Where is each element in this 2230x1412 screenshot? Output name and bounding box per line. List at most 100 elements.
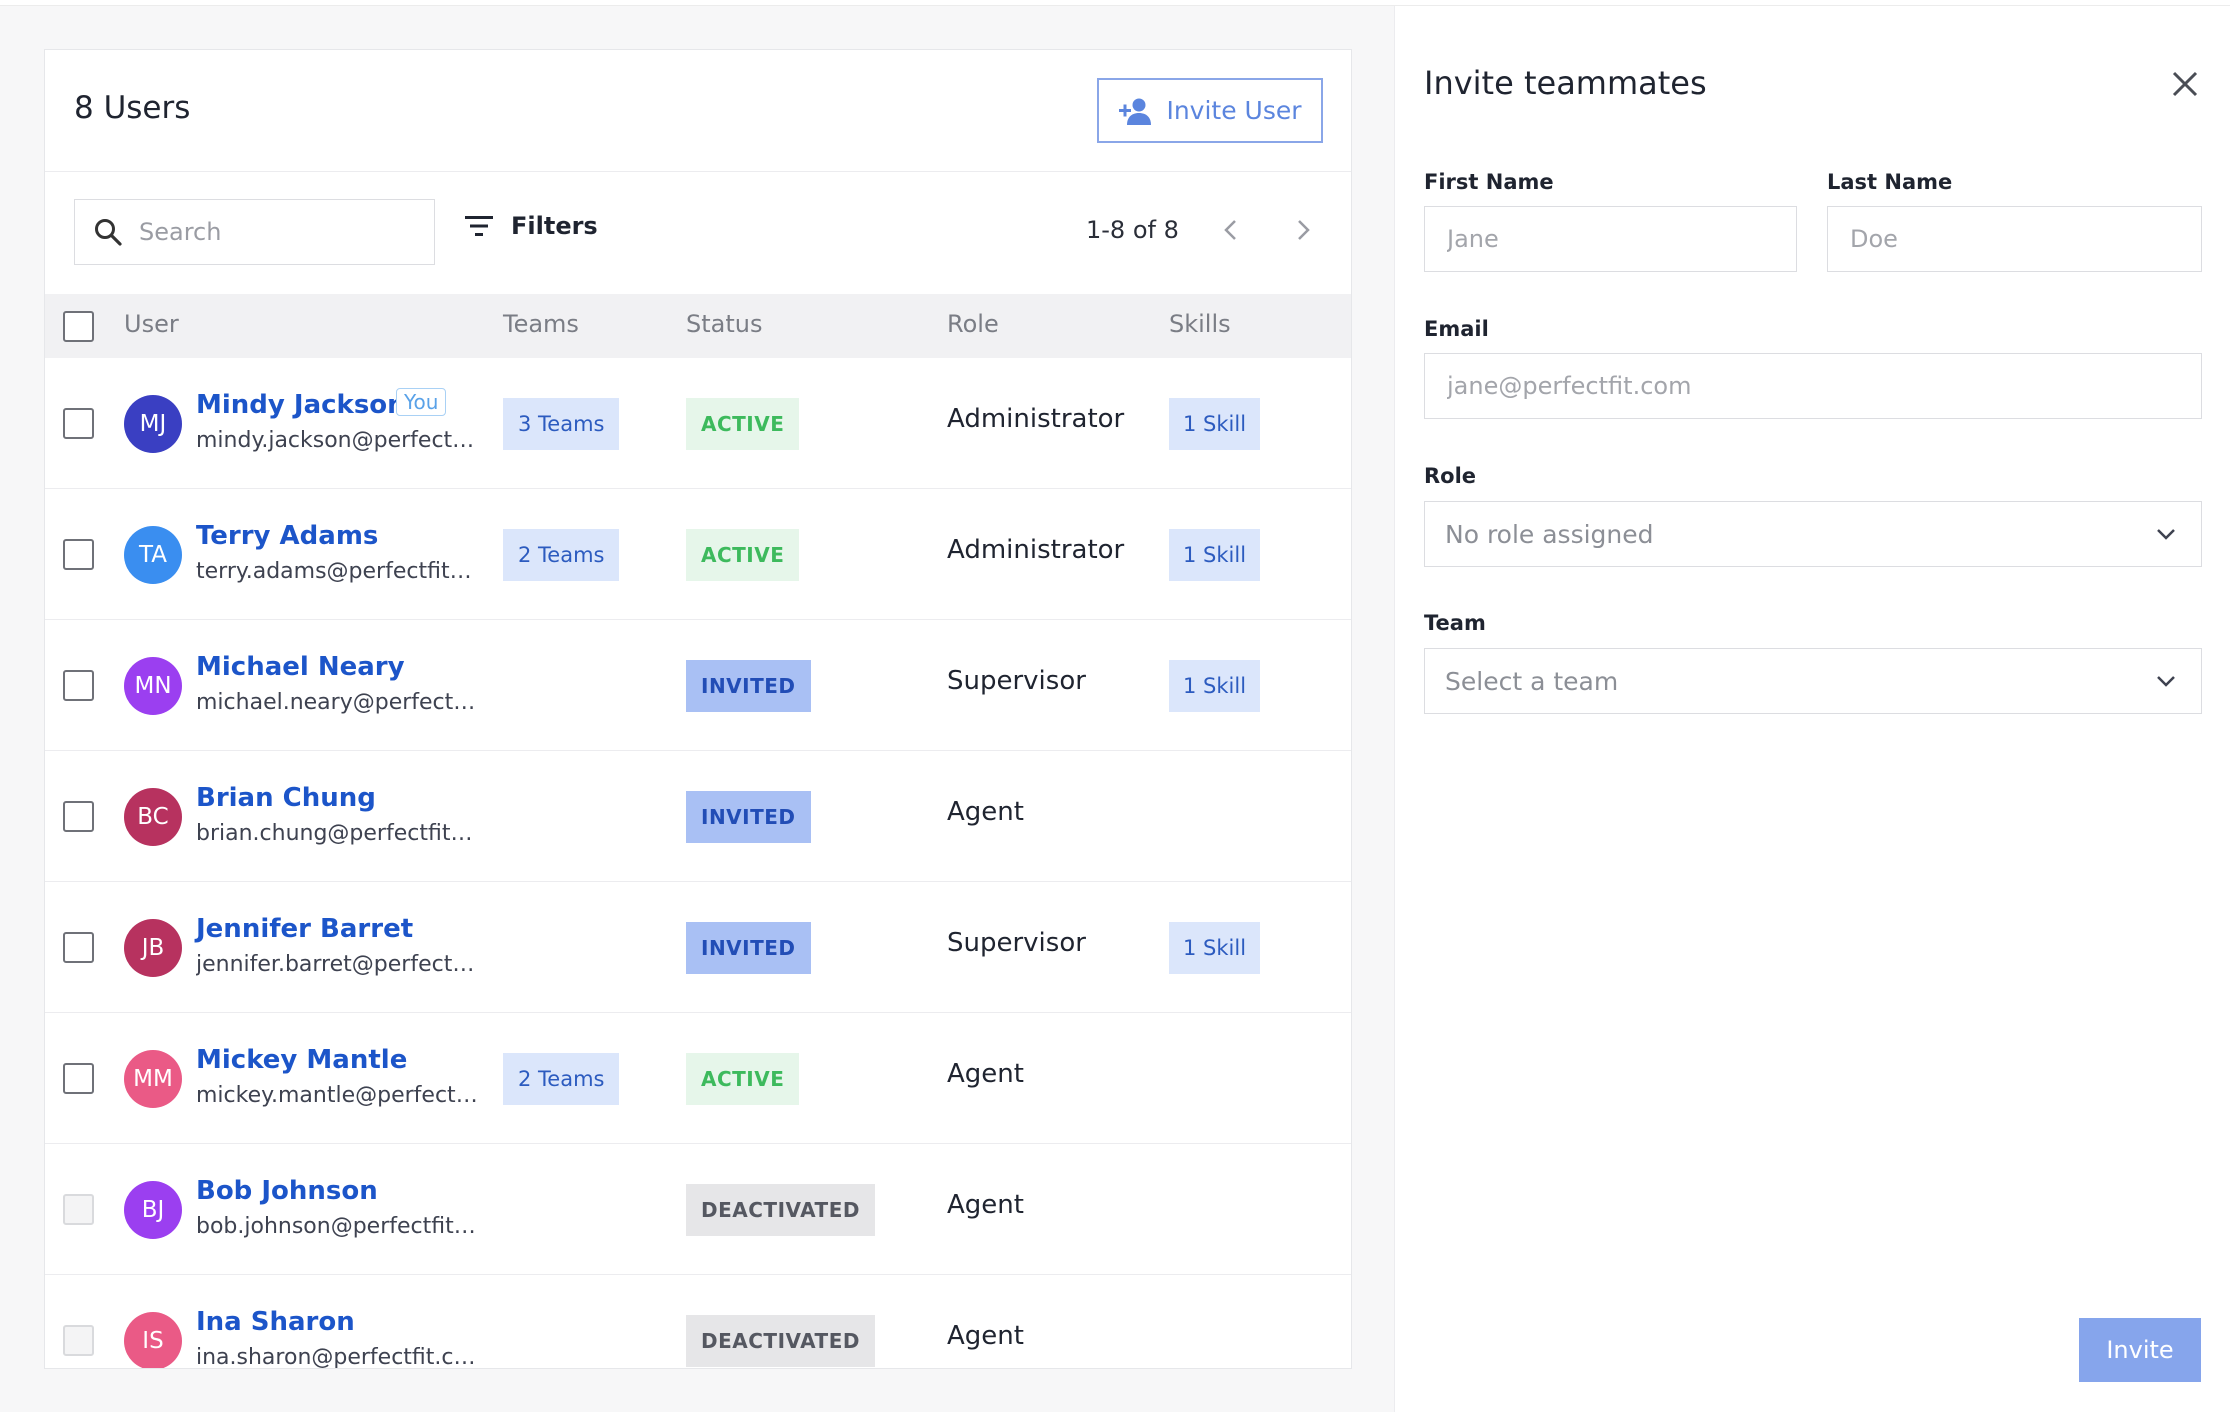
user-email: mickey.mantle@perfectfit.com — [196, 1083, 478, 1108]
table-toolbar: Filters 1-8 of 8 — [45, 172, 1351, 294]
teams-badge[interactable]: 2 Teams — [503, 529, 620, 581]
email-field[interactable] — [1424, 353, 2202, 419]
users-card: 8 Users Invite User Filter — [44, 49, 1352, 1369]
status-badge: DEACTIVATED — [686, 1184, 875, 1236]
close-button[interactable] — [2167, 66, 2203, 102]
row-checkbox[interactable] — [63, 670, 94, 701]
search-box[interactable] — [74, 199, 435, 265]
user-name-link[interactable]: Ina Sharon — [196, 1307, 355, 1337]
invite-teammates-panel: Invite teammates First Name Last Name Em… — [1394, 6, 2230, 1412]
chevron-down-icon — [2157, 676, 2175, 687]
users-table-body: MJ Mindy Jackson You mindy.jackson@perfectf… — [45, 358, 1351, 1369]
teams-badge[interactable]: 3 Teams — [503, 398, 620, 450]
role-text: Administrator — [947, 404, 1125, 434]
table-row[interactable]: BJ Bob Johnson bob.johnson@perfectfit.com D… — [45, 1144, 1351, 1275]
table-row[interactable]: IS Ina Sharon ina.sharon@perfectfit.com DEA… — [45, 1275, 1351, 1369]
column-header-status: Status — [686, 310, 763, 338]
invite-user-label: Invite User — [1166, 96, 1302, 125]
user-name-link[interactable]: Michael Neary — [196, 652, 405, 682]
last-name-field[interactable] — [1827, 206, 2202, 272]
table-row[interactable]: BC Brian Chung brian.chung@perfectfit.com I… — [45, 751, 1351, 882]
skills-badge[interactable]: 1 Skill — [1169, 660, 1261, 712]
user-email: michael.neary@perfectfit.com — [196, 690, 478, 715]
user-email: bob.johnson@perfectfit.com — [196, 1214, 478, 1239]
user-email: mindy.jackson@perfectfit.com — [196, 428, 478, 453]
role-text: Agent — [947, 797, 1024, 827]
row-checkbox — [63, 1325, 94, 1356]
chevron-down-icon — [2157, 529, 2175, 540]
user-email: brian.chung@perfectfit.com — [196, 821, 478, 846]
chevron-left-icon — [1224, 220, 1236, 240]
avatar: MM — [124, 1050, 182, 1108]
column-header-skills: Skills — [1169, 310, 1231, 338]
teams-badge[interactable]: 2 Teams — [503, 1053, 620, 1105]
team-label: Team — [1424, 611, 1486, 635]
page-title: 8 Users — [74, 90, 191, 126]
status-badge: ACTIVE — [686, 398, 800, 450]
team-select[interactable]: Select a team — [1424, 648, 2202, 714]
close-icon — [2172, 71, 2198, 97]
user-name-link[interactable]: Terry Adams — [196, 521, 378, 551]
role-text: Agent — [947, 1059, 1024, 1089]
skills-badge[interactable]: 1 Skill — [1169, 398, 1261, 450]
select-all-checkbox[interactable] — [63, 311, 94, 342]
avatar: TA — [124, 526, 182, 584]
column-header-user: User — [124, 310, 179, 338]
role-select[interactable]: No role assigned — [1424, 501, 2202, 567]
first-name-field[interactable] — [1424, 206, 1797, 272]
row-checkbox[interactable] — [63, 408, 94, 439]
status-badge: INVITED — [686, 922, 811, 974]
table-row[interactable]: MN Michael Neary michael.neary@perfectfit.… — [45, 620, 1351, 751]
role-text: Agent — [947, 1321, 1024, 1351]
row-checkbox — [63, 1194, 94, 1225]
row-checkbox[interactable] — [63, 539, 94, 570]
previous-page-button[interactable] — [1213, 212, 1249, 248]
status-badge: ACTIVE — [686, 529, 800, 581]
role-text: Supervisor — [947, 928, 1086, 958]
panel-title: Invite teammates — [1424, 64, 1707, 102]
user-name-link[interactable]: Jennifer Barret — [196, 914, 413, 944]
skills-badge[interactable]: 1 Skill — [1169, 922, 1261, 974]
invite-button[interactable]: Invite — [2079, 1318, 2201, 1382]
column-header-role: Role — [947, 310, 999, 338]
user-email: terry.adams@perfectfit.com — [196, 559, 478, 584]
user-name-link[interactable]: Bob Johnson — [196, 1176, 378, 1206]
avatar: IS — [124, 1312, 182, 1368]
users-card-header: 8 Users Invite User — [45, 50, 1351, 172]
user-name-link[interactable]: Mickey Mantle — [196, 1045, 407, 1075]
search-input[interactable] — [139, 218, 379, 246]
avatar: BJ — [124, 1181, 182, 1239]
row-checkbox[interactable] — [63, 932, 94, 963]
status-badge: INVITED — [686, 660, 811, 712]
column-header-teams: Teams — [503, 310, 579, 338]
invite-user-button[interactable]: Invite User — [1097, 78, 1323, 143]
table-row[interactable]: MM Mickey Mantle mickey.mantle@perfectfit.… — [45, 1013, 1351, 1144]
user-name-link[interactable]: Brian Chung — [196, 783, 376, 813]
table-row[interactable]: TA Terry Adams terry.adams@perfectfit.com 2… — [45, 489, 1351, 620]
avatar: MN — [124, 657, 182, 715]
role-select-value: No role assigned — [1445, 519, 1654, 549]
role-text: Administrator — [947, 535, 1125, 565]
status-badge: DEACTIVATED — [686, 1315, 875, 1367]
filters-button[interactable]: Filters — [465, 212, 598, 240]
row-checkbox[interactable] — [63, 801, 94, 832]
you-badge: You — [396, 388, 447, 416]
row-checkbox[interactable] — [63, 1063, 94, 1094]
user-name-link[interactable]: Mindy Jackson — [196, 390, 406, 420]
status-badge: INVITED — [686, 791, 811, 843]
pagination-text: 1-8 of 8 — [1086, 216, 1179, 244]
last-name-label: Last Name — [1827, 170, 1953, 194]
table-row[interactable]: MJ Mindy Jackson You mindy.jackson@perfectf… — [45, 358, 1351, 489]
role-text: Agent — [947, 1190, 1024, 1220]
first-name-label: First Name — [1424, 170, 1554, 194]
user-email: ina.sharon@perfectfit.com — [196, 1345, 478, 1369]
add-user-icon — [1119, 98, 1152, 125]
next-page-button[interactable] — [1285, 212, 1321, 248]
role-text: Supervisor — [947, 666, 1086, 696]
status-badge: ACTIVE — [686, 1053, 800, 1105]
user-email: jennifer.barret@perfectfit.com — [196, 952, 478, 977]
filter-icon — [465, 216, 493, 236]
table-row[interactable]: JB Jennifer Barret jennifer.barret@perfect… — [45, 882, 1351, 1013]
skills-badge[interactable]: 1 Skill — [1169, 529, 1261, 581]
search-icon — [95, 219, 122, 246]
